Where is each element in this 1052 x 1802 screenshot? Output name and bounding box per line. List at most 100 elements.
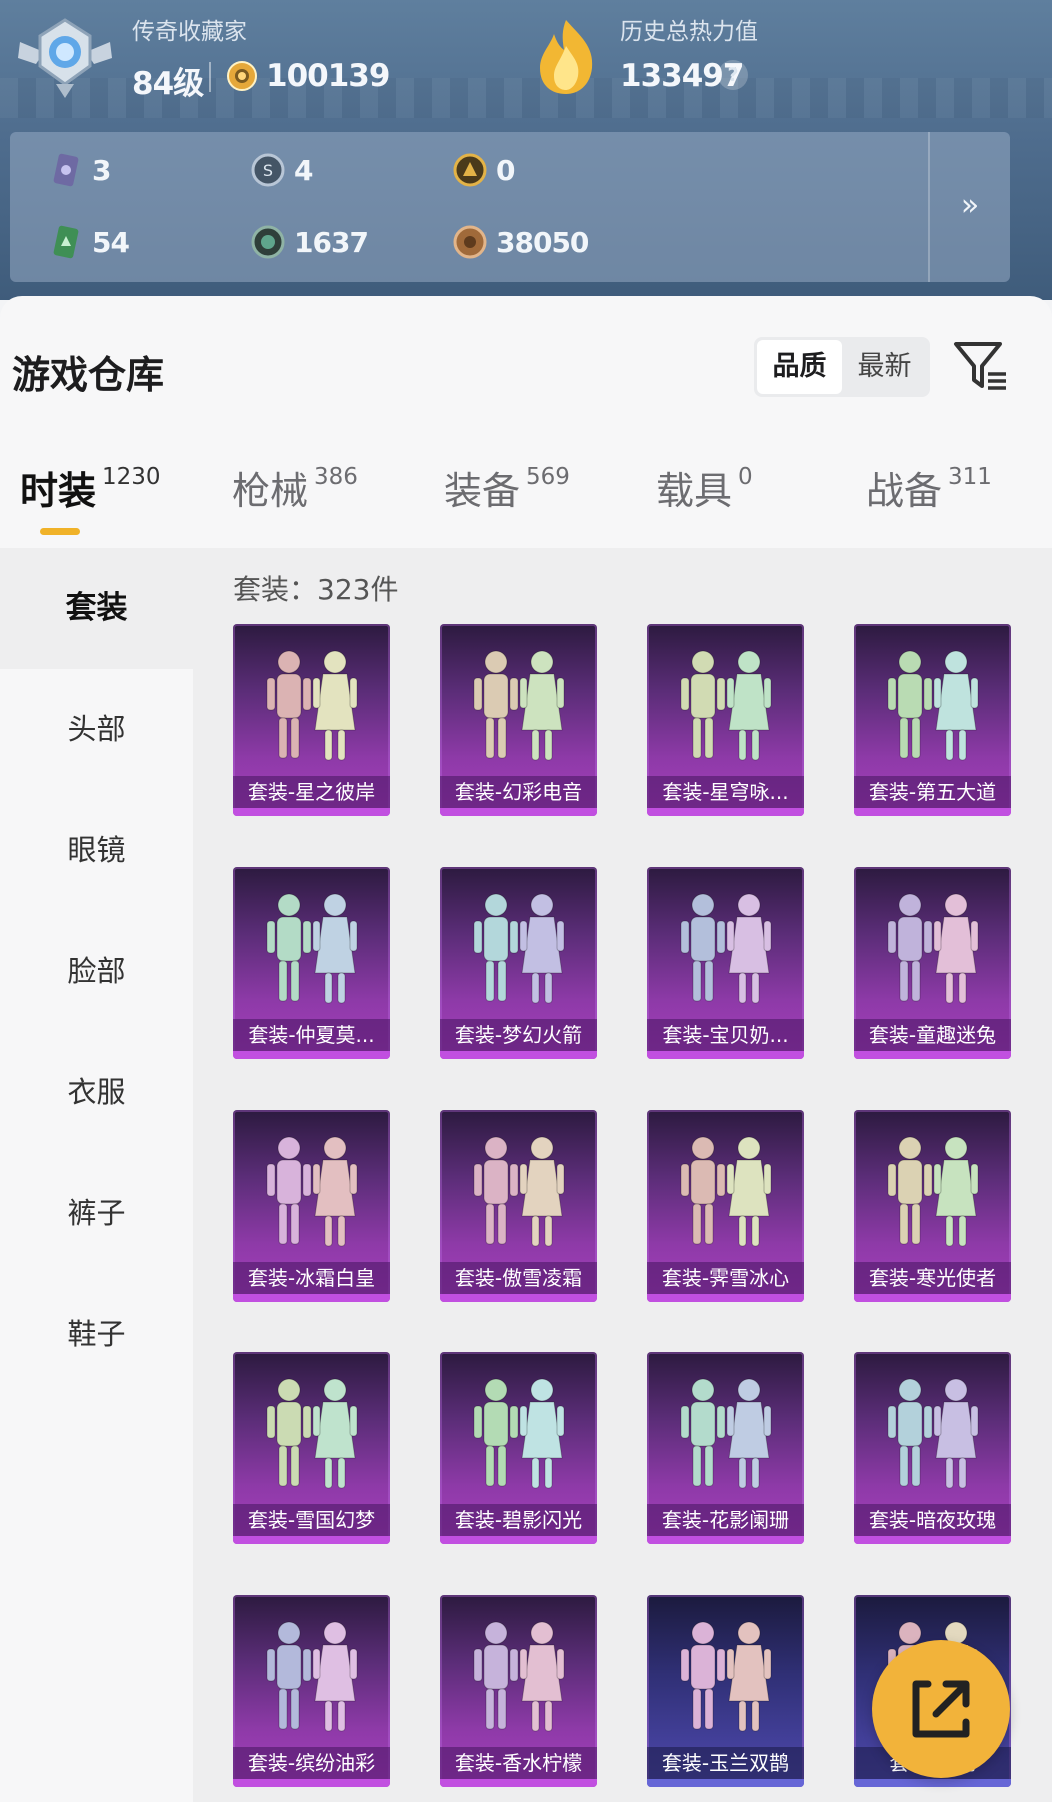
item-card[interactable]: 套装-寒光使者 xyxy=(854,1110,1011,1302)
outfit-preview-image xyxy=(473,893,565,1004)
rarity-bar xyxy=(440,1779,597,1787)
outfit-preview-image xyxy=(680,893,772,1004)
item-name: 套装-霁雪冰心 xyxy=(647,1262,804,1294)
item-name: 套装-童趣迷兔 xyxy=(854,1019,1011,1051)
rarity-bar xyxy=(854,808,1011,816)
stat-item: 38050 xyxy=(452,222,589,262)
player-level: 84级 xyxy=(132,66,204,102)
item-card[interactable]: 套装-雪国幻梦 xyxy=(233,1352,390,1544)
item-name: 套装-碧影闪光 xyxy=(440,1504,597,1536)
legend-rank-emblem-icon xyxy=(18,18,112,98)
tab-label: 载具 xyxy=(656,469,733,513)
item-name: 套装-星之彼岸 xyxy=(233,776,390,808)
svg-text:S: S xyxy=(263,161,273,180)
tab-label: 装备 xyxy=(444,469,521,513)
rarity-bar xyxy=(233,1779,390,1787)
tab-count: 386 xyxy=(314,464,358,490)
item-card[interactable]: 套装-宝贝奶... xyxy=(647,867,804,1059)
resource-stats-panel: 3 S 4 0 54 1637 38050 » xyxy=(10,132,1010,282)
stat-value: 0 xyxy=(496,153,516,187)
item-card[interactable]: 套装-仲夏莫... xyxy=(233,867,390,1059)
item-card[interactable]: 套装-香水柠檬 xyxy=(440,1595,597,1787)
outfit-preview-image xyxy=(473,1136,565,1247)
warehouse-title: 游戏仓库 xyxy=(12,353,165,397)
green-card-icon xyxy=(53,225,79,259)
share-button[interactable] xyxy=(872,1640,1010,1778)
item-card[interactable]: 套装-童趣迷兔 xyxy=(854,867,1011,1059)
stat-item: 0 xyxy=(452,150,516,190)
item-card[interactable]: 套装-碧影闪光 xyxy=(440,1352,597,1544)
item-card[interactable]: 套装-星之彼岸 xyxy=(233,624,390,816)
tab-vehicles[interactable]: 载具 0 xyxy=(656,460,753,550)
sidebar-item-face[interactable]: 脸部 xyxy=(0,911,193,1032)
s-token-icon: S xyxy=(251,153,285,187)
tab-equipment[interactable]: 装备 569 xyxy=(444,460,570,550)
tab-label: 战备 xyxy=(866,469,943,513)
stat-item: 1637 xyxy=(250,222,369,262)
item-card[interactable]: 套装-傲雪凌霜 xyxy=(440,1110,597,1302)
item-card[interactable]: 套装-梦幻火箭 xyxy=(440,867,597,1059)
sidebar-item-pants[interactable]: 裤子 xyxy=(0,1153,193,1274)
filter-icon[interactable] xyxy=(952,338,1008,394)
sort-toggle: 品质 最新 xyxy=(754,337,930,397)
gold-token-icon xyxy=(453,153,487,187)
rarity-bar xyxy=(440,1536,597,1544)
card-icon xyxy=(53,153,79,187)
item-count-label: 套装：323件 xyxy=(233,573,399,606)
heat-title: 历史总热力值 xyxy=(620,19,758,45)
collector-title: 传奇收藏家 xyxy=(132,19,247,45)
item-card[interactable]: 套装-霁雪冰心 xyxy=(647,1110,804,1302)
item-card[interactable]: 套装-第五大道 xyxy=(854,624,1011,816)
tab-weapons[interactable]: 枪械 386 xyxy=(232,460,358,550)
stats-expand-button[interactable]: » xyxy=(928,132,1010,282)
outfit-preview-image xyxy=(266,1378,358,1489)
category-tabs: 时装 1230 枪械 386 装备 569 载具 0 战备 311 xyxy=(0,460,1052,550)
tab-supplies[interactable]: 战备 311 xyxy=(866,460,992,550)
item-card[interactable]: 套装-幻彩电音 xyxy=(440,624,597,816)
outfit-preview-image xyxy=(473,1378,565,1489)
sidebar-item-suits[interactable]: 套装 xyxy=(0,548,193,669)
outfit-preview-image xyxy=(887,1136,979,1247)
gem-icon xyxy=(251,225,285,259)
tab-fashion[interactable]: 时装 1230 xyxy=(20,460,161,550)
rarity-bar xyxy=(647,1779,804,1787)
sort-newest-button[interactable]: 最新 xyxy=(842,340,927,394)
stat-value: 3 xyxy=(92,153,112,187)
subcategory-sidebar: 套装 头部 眼镜 脸部 衣服 裤子 鞋子 xyxy=(0,548,193,1802)
outfit-preview-image xyxy=(887,1378,979,1489)
rarity-bar xyxy=(647,1051,804,1059)
rarity-bar xyxy=(854,1051,1011,1059)
sidebar-item-head[interactable]: 头部 xyxy=(0,669,193,790)
flame-icon xyxy=(540,20,593,94)
outfit-preview-image xyxy=(887,650,979,761)
item-card[interactable]: 套装-冰霜白皇 xyxy=(233,1110,390,1302)
sidebar-item-shoes[interactable]: 鞋子 xyxy=(0,1274,193,1395)
item-name: 套装-花影阑珊 xyxy=(647,1504,804,1536)
outfit-preview-image xyxy=(266,1136,358,1247)
rarity-bar xyxy=(233,1051,390,1059)
active-tab-underline xyxy=(40,528,80,535)
item-name: 套装-宝贝奶... xyxy=(647,1019,804,1051)
sidebar-item-glasses[interactable]: 眼镜 xyxy=(0,790,193,911)
sidebar-item-clothes[interactable]: 衣服 xyxy=(0,1032,193,1153)
tab-label: 时装 xyxy=(20,469,97,513)
item-card[interactable]: 套装-缤纷油彩 xyxy=(233,1595,390,1787)
outfit-preview-image xyxy=(473,650,565,761)
rarity-bar xyxy=(854,1294,1011,1302)
item-name: 套装-香水柠檬 xyxy=(440,1747,597,1779)
stat-value: 4 xyxy=(294,153,314,187)
sort-quality-button[interactable]: 品质 xyxy=(757,340,842,394)
rarity-bar xyxy=(647,1536,804,1544)
rarity-bar xyxy=(647,808,804,816)
item-card[interactable]: 套装-玉兰双鹊 xyxy=(647,1595,804,1787)
outfit-preview-image xyxy=(266,1621,358,1732)
rarity-bar xyxy=(233,1536,390,1544)
item-card[interactable]: 套装-星穹咏... xyxy=(647,624,804,816)
item-card[interactable]: 套装-暗夜玫瑰 xyxy=(854,1352,1011,1544)
tab-count: 311 xyxy=(948,464,992,490)
item-name: 套装-缤纷油彩 xyxy=(233,1747,390,1779)
item-name: 套装-暗夜玫瑰 xyxy=(854,1504,1011,1536)
help-icon[interactable]: ? xyxy=(718,60,748,90)
item-card[interactable]: 套装-花影阑珊 xyxy=(647,1352,804,1544)
stat-value: 1637 xyxy=(294,225,369,259)
